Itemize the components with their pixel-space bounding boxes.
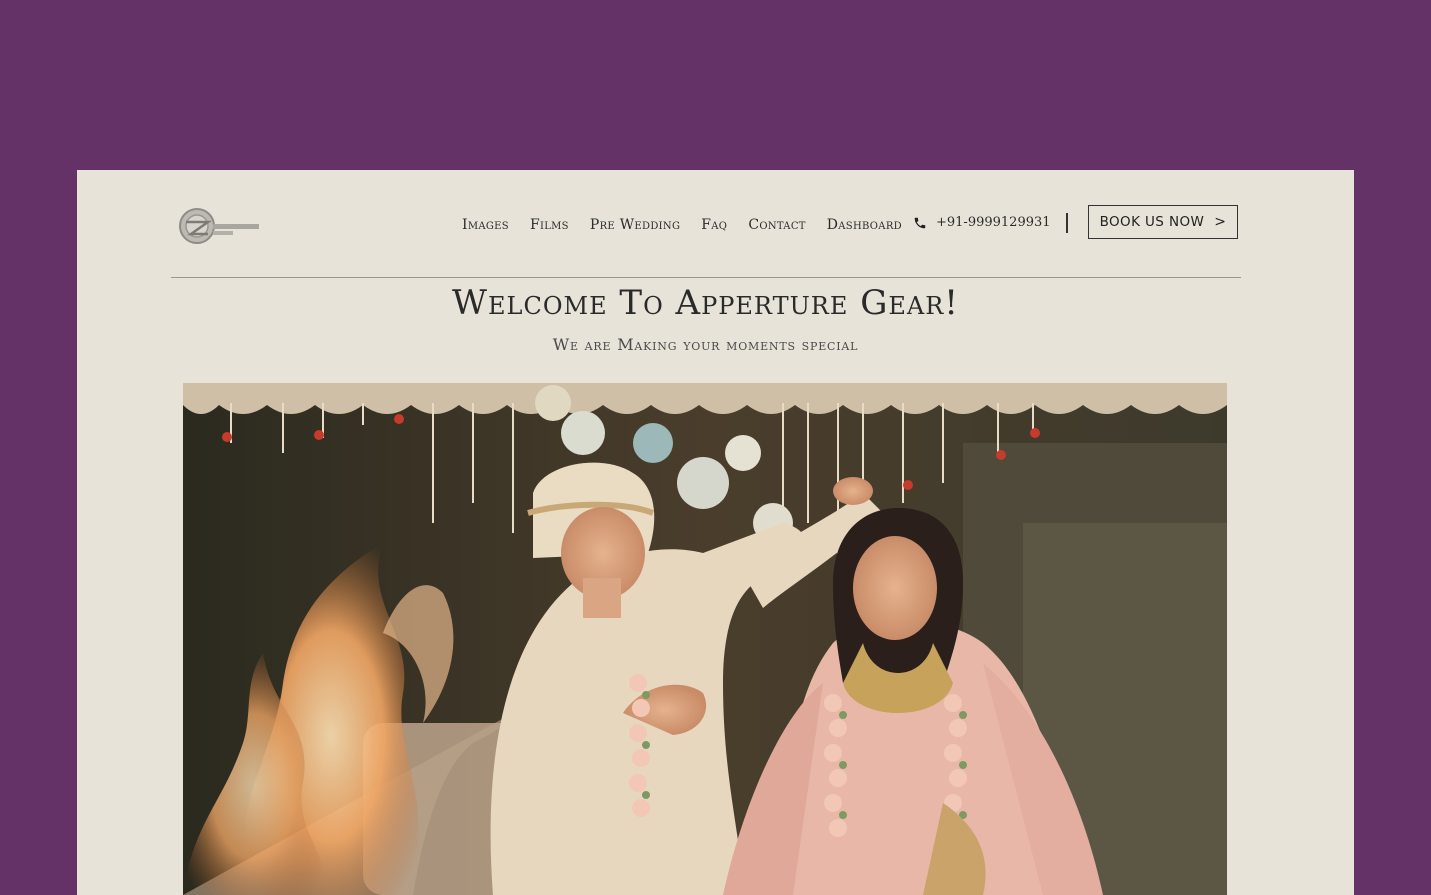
page-subtitle: We are Making your moments special [552,335,859,354]
nav-item-images[interactable]: Images [462,217,509,233]
hero-image [183,383,1227,895]
page-container: Images Films Pre Wedding Faq Contact Das… [77,170,1354,895]
page-title: Welcome To Apperture Gear! [452,283,959,323]
main-nav: Images Films Pre Wedding Faq Contact Das… [462,215,923,235]
phone-icon [914,217,926,228]
wedding-photo [183,383,1227,895]
chevron-right-icon: > [1214,214,1227,230]
nav-item-films[interactable]: Films [530,217,569,233]
phone-number: +91-9999129931 [936,215,1051,230]
header-divider [171,277,1241,278]
nav-item-contact[interactable]: Contact [748,217,805,233]
brand-logo[interactable] [177,204,267,248]
nav-item-faq[interactable]: Faq [701,217,727,233]
logo-mark-icon [179,208,259,244]
nav-item-dashboard[interactable]: Dashboard [827,217,902,233]
phone-link[interactable]: +91-9999129931 [913,215,1051,230]
book-us-now-button[interactable]: BOOK US NOW > [1088,205,1238,239]
nav-item-pre-wedding[interactable]: Pre Wedding [590,217,680,233]
book-button-label: BOOK US NOW [1099,214,1205,230]
nav-divider [1066,213,1068,233]
